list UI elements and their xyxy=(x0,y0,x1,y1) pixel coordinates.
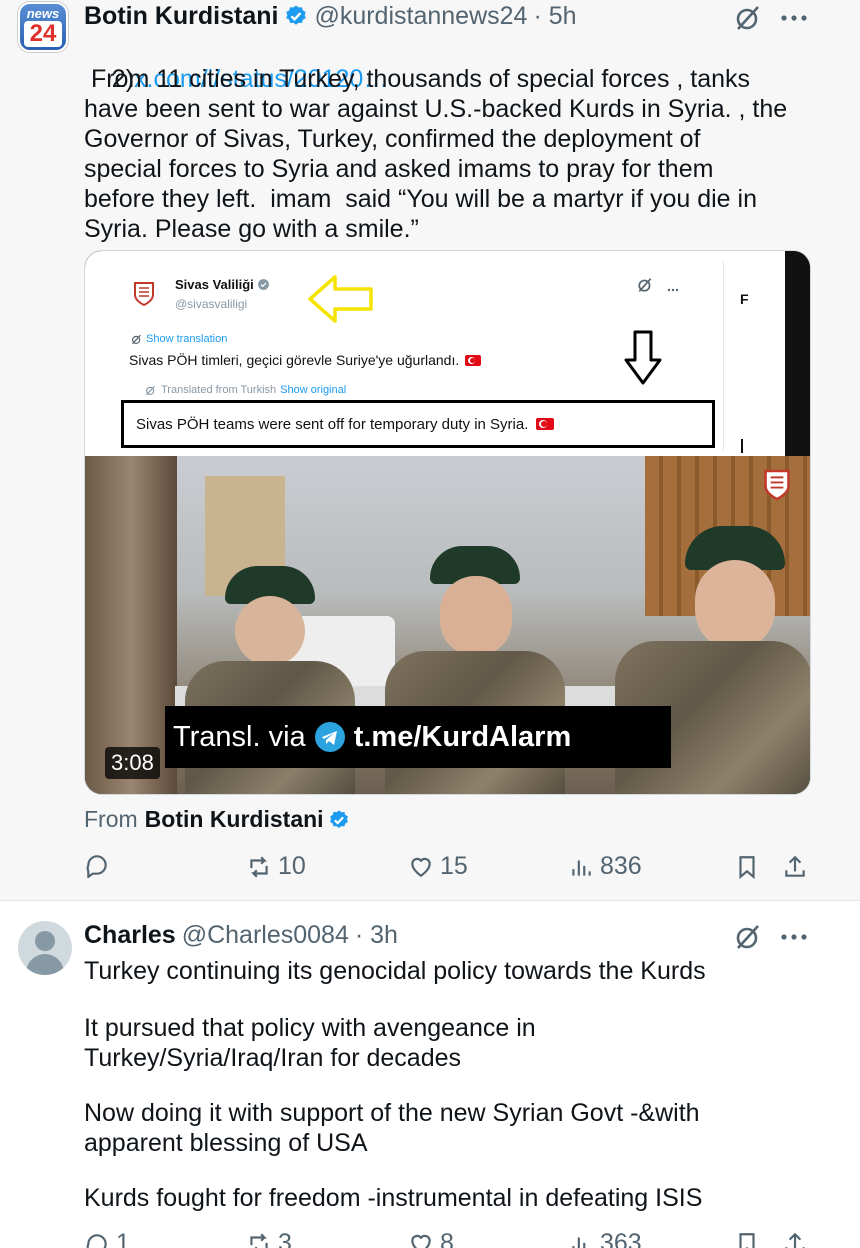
views-icon xyxy=(568,854,594,880)
tweet-paragraph-2: It pursued that policy with avengeance i… xyxy=(84,1014,536,1072)
tree-trunk xyxy=(85,456,177,794)
more-options-icon[interactable] xyxy=(780,8,808,28)
like-count: 15 xyxy=(440,852,468,880)
from-attribution: From Botin Kurdistani xyxy=(84,806,350,833)
tweet-charles[interactable]: Charles @Charles0084 · 3h Turkey continu… xyxy=(0,900,860,1248)
retweet-icon xyxy=(246,1231,272,1248)
author-name[interactable]: Botin Kurdistani xyxy=(84,2,278,31)
like-icon xyxy=(408,1231,434,1248)
retweet-count: 10 xyxy=(278,852,306,880)
tweet-time[interactable]: · 5h xyxy=(533,2,576,31)
retweet-count: 3 xyxy=(278,1229,292,1248)
retweet-button[interactable]: 3 xyxy=(246,1229,292,1248)
reply-button[interactable] xyxy=(84,852,116,878)
default-avatar-head-icon xyxy=(35,931,55,951)
default-avatar-body-icon xyxy=(26,954,64,975)
reply-button[interactable]: 1 xyxy=(84,1229,130,1248)
overlay-link: t.me/KurdAlarm xyxy=(353,720,572,753)
embed-grok-icon xyxy=(637,277,653,293)
embed-side-letter: F xyxy=(740,291,749,307)
embed-dark-edge xyxy=(785,251,810,456)
share-button[interactable] xyxy=(782,1231,808,1248)
black-arrow-down-icon xyxy=(623,329,663,387)
tweet-body: From 11 cities in Turkey, thousands of s… xyxy=(84,65,788,243)
tweet-header: Charles @Charles0084 · 3h xyxy=(84,919,398,951)
embed-divider xyxy=(723,261,724,451)
reply-count: 1 xyxy=(116,1229,130,1248)
share-icon xyxy=(782,854,808,880)
from-verified-icon xyxy=(328,809,350,831)
author-name[interactable]: Charles xyxy=(84,921,176,950)
author-handle[interactable]: @kurdistannews24 xyxy=(314,2,527,31)
video-media[interactable]: Sivas Valiliği @sivasvaliligi F Show tra… xyxy=(84,250,811,795)
embed-verified-icon xyxy=(257,278,270,291)
embed-turkish-line: Sivas PÖH timleri, geçici görevle Suriye… xyxy=(129,352,482,368)
like-button[interactable]: 8 xyxy=(408,1229,454,1248)
tweet-paragraph-3: Now doing it with support of the new Syr… xyxy=(84,1099,700,1157)
from-label: From xyxy=(84,806,138,832)
embed-english-text: Sivas PÖH teams were sent off for tempor… xyxy=(136,415,529,433)
share-button[interactable] xyxy=(782,854,808,880)
reply-icon xyxy=(84,1231,110,1248)
tweet-paragraph-1: Turkey continuing its genocidal policy t… xyxy=(84,957,706,985)
translation-overlay: Transl. via t.me/KurdAlarm xyxy=(165,706,671,768)
like-count: 8 xyxy=(440,1229,454,1248)
video-duration: 3:08 xyxy=(105,747,160,779)
translation-highlight-box: Sivas PÖH teams were sent off for tempor… xyxy=(121,400,715,448)
show-translation-label: Show translation xyxy=(146,333,228,345)
embed-translated-line: Translated from Turkish Show original xyxy=(145,384,346,396)
video-frame[interactable]: Transl. via t.me/KurdAlarm 3:08 xyxy=(85,456,810,794)
turkey-flag-icon-2 xyxy=(536,418,555,430)
sivas-emblem-icon xyxy=(133,281,155,307)
embedded-tweet-screenshot: Sivas Valiliği @sivasvaliligi F Show tra… xyxy=(85,251,785,456)
bookmark-icon xyxy=(734,854,760,880)
embed-header: Sivas Valiliği xyxy=(175,277,270,292)
translated-from-label: Translated from Turkish xyxy=(161,384,277,396)
tweet-time[interactable]: · 3h xyxy=(355,921,398,950)
embed-more-icon xyxy=(665,281,681,292)
embed-author-handle: @sivasvaliligi xyxy=(175,297,248,311)
bookmark-button[interactable] xyxy=(734,854,760,880)
overlay-prefix: Transl. via xyxy=(173,720,306,753)
embed-author-name: Sivas Valiliği xyxy=(175,277,254,292)
news24-logo-number: 24 xyxy=(24,21,62,47)
views-count: 836 xyxy=(600,852,642,880)
views-count: 363 xyxy=(600,1229,642,1248)
embed-side-mark xyxy=(741,439,743,453)
grok-icon[interactable] xyxy=(734,4,762,32)
views-icon xyxy=(568,1231,594,1248)
channel-emblem-icon xyxy=(763,468,791,502)
telegram-icon xyxy=(314,721,346,753)
views-button[interactable]: 836 xyxy=(568,852,642,881)
from-name[interactable]: Botin Kurdistani xyxy=(145,806,324,833)
verified-badge-icon xyxy=(284,4,308,28)
yellow-arrow-left-icon xyxy=(307,273,375,325)
like-icon xyxy=(408,854,434,880)
tweet-paragraph-4: Kurds fought for freedom -instrumental i… xyxy=(84,1184,703,1212)
retweet-icon xyxy=(246,854,272,880)
avatar[interactable]: news 24 xyxy=(18,2,68,52)
share-icon xyxy=(782,1231,808,1248)
news24-logo-text: news xyxy=(26,6,60,21)
tweet-botin-kurdistani[interactable]: news 24 Botin Kurdistani @kurdistannews2… xyxy=(0,0,860,900)
show-original-label: Show original xyxy=(280,384,347,396)
more-options-icon[interactable] xyxy=(780,927,808,947)
grok-icon[interactable] xyxy=(734,923,762,951)
reply-icon xyxy=(84,852,110,878)
retweet-button[interactable]: 10 xyxy=(246,852,306,881)
avatar[interactable] xyxy=(18,921,72,975)
embed-turkish-text: Sivas PÖH timleri, geçici görevle Suriye… xyxy=(129,352,460,368)
bookmark-icon xyxy=(734,1231,760,1248)
turkey-flag-icon xyxy=(465,354,482,366)
views-button[interactable]: 363 xyxy=(568,1229,642,1248)
like-button[interactable]: 15 xyxy=(408,852,468,881)
embed-show-translation: Show translation xyxy=(131,333,227,345)
tweet-header: Botin Kurdistani @kurdistannews24 · 5h xyxy=(84,0,577,32)
bookmark-button[interactable] xyxy=(734,1231,760,1248)
author-handle[interactable]: @Charles0084 xyxy=(182,921,349,950)
